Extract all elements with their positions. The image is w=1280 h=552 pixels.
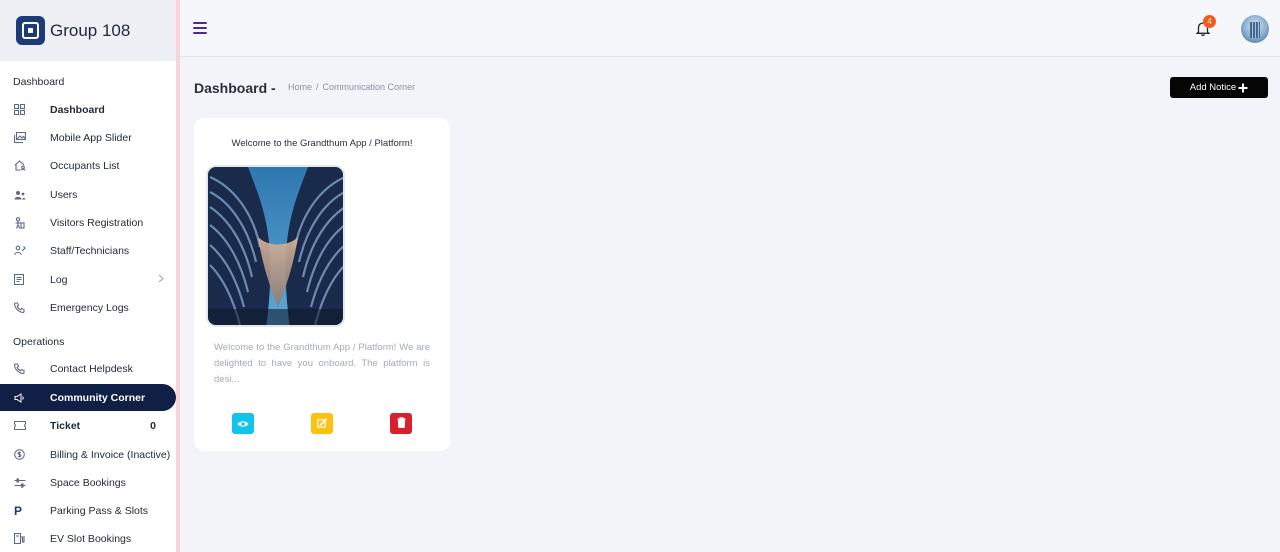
sidebar-item-log[interactable]: Log	[0, 266, 176, 293]
brand-logo-icon	[16, 16, 45, 45]
add-notice-button[interactable]: Add Notice	[1170, 77, 1268, 98]
phone-icon	[14, 302, 34, 314]
page-title: Dashboard -	[194, 80, 276, 96]
section-label-dashboard: Dashboard	[13, 76, 65, 88]
sidebar-item-label: Emergency Logs	[50, 301, 129, 314]
ticket-count: 0	[150, 419, 156, 432]
section-label-operations: Operations	[13, 336, 65, 348]
sidebar-item-users[interactable]: Users	[0, 181, 176, 208]
view-button[interactable]	[232, 413, 254, 434]
sidebar-item-visitors-registration[interactable]: Visitors Registration	[0, 209, 176, 236]
sidebar-item-label: EV Slot Bookings	[50, 532, 132, 545]
sidebar-item-dashboard[interactable]: Dashboard	[0, 96, 176, 123]
notice-title: Welcome to the Grandthum App / Platform!	[231, 138, 413, 149]
sidebar-item-label: Occupants List	[50, 159, 120, 172]
staff-icon	[14, 245, 34, 257]
sidebar-item-emergency-logs[interactable]: Emergency Logs	[0, 294, 176, 321]
sidebar-item-ev-slot-bookings[interactable]: EV Slot Bookings	[0, 525, 176, 552]
add-notice-label: Add Notice	[1189, 82, 1237, 93]
log-icon	[14, 274, 34, 286]
sidebar-item-label: Users	[50, 188, 78, 201]
breadcrumb: Home / Communication Corner	[288, 82, 415, 92]
sidebar-item-label: Dashboard	[50, 103, 105, 116]
sidebar-item-label: Mobile App Slider	[50, 131, 132, 144]
chevron-right-icon	[158, 274, 164, 286]
sidebar-item-space-bookings[interactable]: Space Bookings	[0, 469, 176, 496]
user-avatar[interactable]	[1241, 15, 1269, 43]
sidebar-item-contact-helpdesk[interactable]: Contact Helpdesk	[0, 355, 176, 382]
brand-name: Group 108	[50, 20, 131, 40]
phone-icon	[14, 363, 34, 375]
sidebar-item-occupants-list[interactable]: Occupants List	[0, 152, 176, 179]
brand-header[interactable]: Group 108	[0, 0, 176, 61]
dollar-circle-icon	[14, 449, 34, 461]
megaphone-icon	[14, 392, 34, 404]
sidebar-item-label: Staff/Technicians	[50, 244, 130, 257]
breadcrumb-current: Communication Corner	[322, 82, 416, 92]
images-icon	[14, 132, 34, 144]
sidebar-item-mobile-app-slider[interactable]: Mobile App Slider	[0, 124, 176, 151]
breadcrumb-separator: /	[316, 82, 319, 92]
edit-icon	[317, 416, 328, 431]
sidebar-item-billing-invoice[interactable]: Billing & Invoice (Inactive)	[0, 441, 176, 468]
sidebar-item-ticket[interactable]: Ticket 0	[0, 412, 176, 439]
ticket-icon	[14, 420, 34, 432]
breadcrumb-home-link[interactable]: Home	[288, 82, 312, 92]
trash-icon	[397, 416, 406, 431]
edit-button[interactable]	[311, 413, 333, 434]
delete-button[interactable]	[390, 413, 412, 434]
hamburger-menu-icon[interactable]	[193, 22, 207, 34]
plus-icon	[1238, 81, 1248, 95]
parking-icon: P	[14, 503, 23, 518]
sidebar-item-parking-pass[interactable]: P Parking Pass & Slots	[0, 497, 176, 524]
sidebar-item-label: Billing & Invoice (Inactive)	[50, 448, 171, 461]
home-user-icon	[14, 160, 34, 172]
notice-card: Welcome to the Grandthum App / Platform!	[194, 118, 450, 451]
sidebar-item-label: Ticket	[50, 419, 81, 432]
notification-badge: 4	[1203, 15, 1216, 28]
eye-icon	[237, 416, 249, 431]
sidebar-item-staff-technicians[interactable]: Staff/Technicians	[0, 237, 176, 264]
topbar: 4	[180, 0, 1280, 57]
sidebar-item-label: Community Corner	[50, 391, 146, 404]
sidebar-item-label: Parking Pass & Slots	[50, 504, 149, 517]
grid-icon	[14, 104, 34, 116]
visitor-icon	[14, 216, 34, 229]
notice-image[interactable]	[206, 165, 345, 327]
sidebar-item-label: Contact Helpdesk	[50, 362, 133, 375]
ev-charger-icon	[14, 533, 34, 545]
sidebar: Group 108 Dashboard Dashboard Mobile App…	[0, 0, 180, 552]
sidebar-item-label: Visitors Registration	[50, 216, 144, 229]
sliders-icon	[14, 477, 34, 489]
sidebar-item-label: Space Bookings	[50, 476, 126, 489]
users-icon	[14, 189, 34, 201]
notice-description: Welcome to the Grandthum App / Platform!…	[214, 342, 430, 385]
sidebar-item-label: Log	[50, 273, 68, 286]
sidebar-item-community-corner[interactable]: Community Corner	[0, 384, 176, 411]
